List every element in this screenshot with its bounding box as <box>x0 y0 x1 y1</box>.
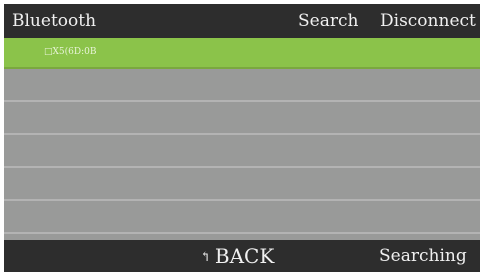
device-row-5[interactable] <box>4 170 480 201</box>
status-text: Searching <box>379 246 467 266</box>
device-row-6[interactable] <box>4 203 480 234</box>
back-button[interactable]: ↰ BACK <box>200 244 274 268</box>
device-name: □X5(6D:0B <box>44 47 97 57</box>
device-row-1[interactable]: □X5(6D:0B <box>4 38 480 69</box>
page-title: Bluetooth <box>12 11 97 31</box>
disconnect-button[interactable]: Disconnect <box>380 11 476 31</box>
header-bar: Bluetooth Search Disconnect <box>4 4 480 38</box>
search-button[interactable]: Search <box>298 11 358 31</box>
back-label: BACK <box>214 244 275 268</box>
bluetooth-panel: Bluetooth Search Disconnect □X5(6D:0B ↰ … <box>4 4 480 272</box>
device-row-2[interactable] <box>4 71 480 102</box>
back-arrow-icon: ↰ <box>200 249 211 265</box>
footer-bar: ↰ BACK Searching <box>4 240 480 272</box>
device-row-3[interactable] <box>4 104 480 135</box>
device-row-4[interactable] <box>4 137 480 168</box>
device-screen: Bluetooth Search Disconnect □X5(6D:0B ↰ … <box>0 0 484 276</box>
